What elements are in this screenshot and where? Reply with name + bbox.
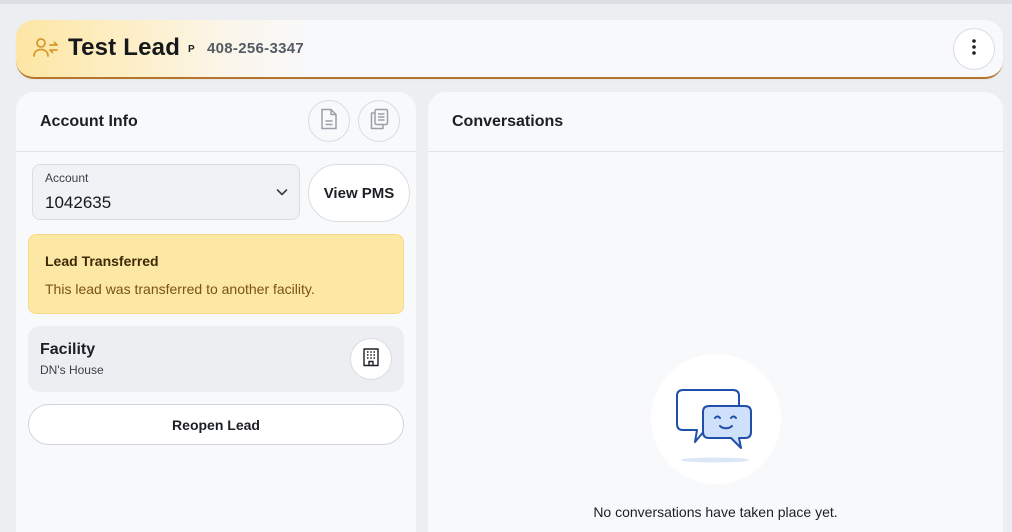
more-options-button[interactable]	[953, 28, 995, 70]
lead-badge: P	[188, 44, 195, 55]
alert-title: Lead Transferred	[45, 253, 159, 269]
alert-message: This lead was transferred to another fac…	[45, 281, 315, 297]
user-transfer-icon	[32, 36, 60, 60]
document-icon	[320, 108, 338, 135]
lead-transferred-alert: Lead Transferred This lead was transferr…	[28, 234, 404, 314]
facility-card: Facility DN's House	[28, 326, 404, 392]
account-select-label: Account	[45, 171, 89, 185]
app-window: Test Lead P 408-256-3347 Account Info Ac…	[0, 0, 1012, 532]
conversations-title: Conversations	[452, 113, 564, 130]
view-pms-button[interactable]: View PMS	[308, 164, 410, 222]
conversations-panel: Conversations No conversations have take…	[428, 92, 1003, 532]
more-vertical-icon	[971, 38, 977, 61]
account-info-panel: Account Info Account 1042635 View PMS Le…	[16, 92, 416, 532]
account-select-value: 1042635	[45, 193, 112, 212]
building-icon	[361, 347, 381, 372]
chat-bubbles-icon	[651, 354, 781, 484]
facility-button[interactable]	[350, 338, 392, 380]
lead-header: Test Lead P 408-256-3347	[16, 20, 1003, 79]
panel-divider	[428, 151, 1003, 152]
clipboard-button[interactable]	[358, 100, 400, 142]
account-info-title: Account Info	[40, 113, 138, 130]
chevron-down-icon	[275, 185, 289, 199]
panel-divider	[16, 151, 416, 152]
clipboard-icon	[369, 108, 389, 135]
reopen-lead-button[interactable]: Reopen Lead	[28, 404, 404, 445]
lead-phone[interactable]: 408-256-3347	[207, 40, 304, 57]
account-select[interactable]: Account 1042635	[32, 164, 300, 220]
empty-conversations-message: No conversations have taken place yet.	[593, 504, 838, 520]
document-button[interactable]	[308, 100, 350, 142]
lead-title: Test Lead	[68, 34, 181, 61]
facility-name: DN's House	[40, 363, 104, 377]
facility-title: Facility	[40, 341, 96, 358]
